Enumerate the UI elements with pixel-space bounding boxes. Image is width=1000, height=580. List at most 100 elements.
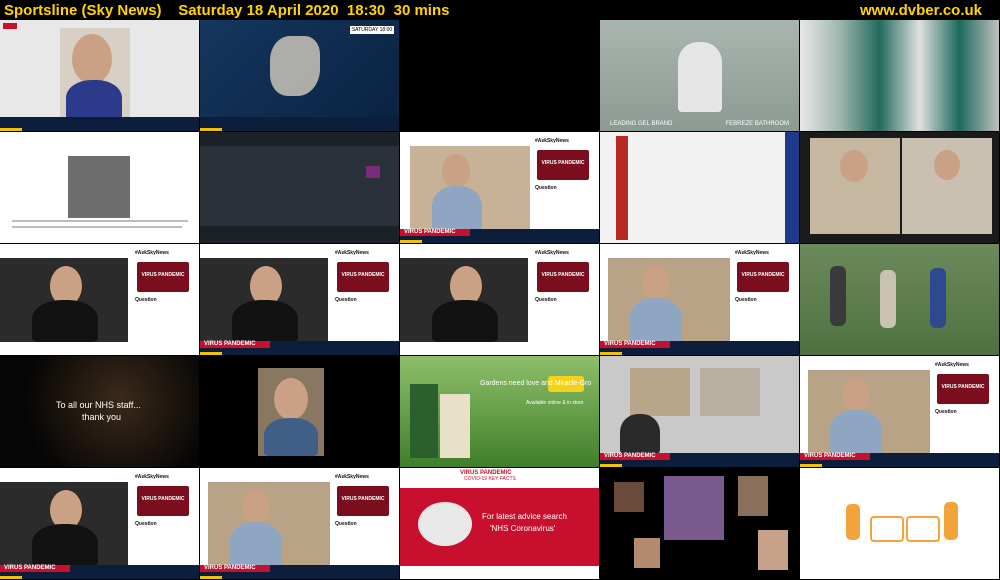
thumbnail-25[interactable] (800, 468, 1000, 580)
page-header: Sportsline (Sky News) Saturday 18 April … (0, 0, 1000, 20)
thumbnail-20[interactable]: #AskSkyNews VIRUS PANDEMIC Question VIRU… (800, 356, 1000, 468)
news-strap: VIRUS PANDEMIC (0, 565, 199, 579)
guest-body (264, 418, 318, 456)
thumbnail-16[interactable]: To all our NHS staff... thank you (0, 356, 200, 468)
thumbnail-7[interactable] (200, 132, 400, 244)
lungs-graphic (418, 502, 472, 546)
news-strap: VIRUS PANDEMIC (600, 341, 799, 355)
trolley-icon (906, 516, 940, 542)
ad-slogan: Gardens need love and Miracle-Gro (480, 380, 592, 387)
photo (68, 156, 130, 218)
figure-icon (846, 504, 860, 540)
person (830, 266, 846, 326)
guest-face (274, 378, 308, 420)
ask-sky-panel: #AskSkyNews VIRUS PANDEMIC Question (731, 244, 799, 342)
guest-face (840, 150, 868, 182)
ad-availability: Available online & in store (526, 400, 584, 406)
key-facts-header: VIRUS PANDEMIC COVID-19 KEY FACTS (400, 468, 599, 482)
thumbnail-21[interactable]: #AskSkyNews VIRUS PANDEMIC Question VIRU… (0, 468, 200, 580)
weather-label: SATURDAY 18:00 (350, 26, 394, 34)
map-landmass (270, 36, 320, 96)
thumbnail-19[interactable]: VIRUS PANDEMIC (600, 356, 800, 468)
thumbnail-8[interactable]: #AskSkyNews VIRUS PANDEMIC Question VIRU… (400, 132, 600, 244)
thumbnail-17[interactable] (200, 356, 400, 468)
thumbnail-5[interactable] (800, 20, 1000, 132)
ask-sky-panel: #AskSkyNews VIRUS PANDEMIC Question (931, 356, 999, 454)
ad-caption-left: LEADING GEL BRAND (610, 121, 673, 127)
guest-body (232, 300, 298, 342)
video-screen (630, 368, 690, 416)
figure-icon (944, 502, 958, 540)
ask-sky-panel: #AskSkyNews VIRUS PANDEMIC Question (531, 244, 599, 342)
site-link[interactable]: www.dvber.co.uk (860, 2, 982, 19)
video-tile (614, 482, 644, 512)
news-strap (0, 117, 199, 131)
guest-body (432, 186, 482, 230)
video-screen (700, 368, 760, 416)
thumbnail-24[interactable] (600, 468, 800, 580)
guest-face (934, 150, 960, 180)
thumbnail-6[interactable] (0, 132, 200, 244)
text-line (12, 220, 188, 222)
text-line (12, 226, 182, 228)
thumbnail-3[interactable] (400, 20, 600, 132)
nhs-thanks-line2: thank you (82, 412, 122, 422)
news-strap: VIRUS PANDEMIC (400, 229, 599, 243)
video-tile (634, 538, 660, 568)
red-bar (616, 136, 628, 240)
guest-body (230, 522, 282, 566)
thumbnail-grid: SATURDAY 18:00 LEADING GEL BRAND FEBREZE… (0, 20, 1000, 580)
ask-sky-panel: #AskSkyNews VIRUS PANDEMIC Question (531, 132, 599, 230)
thumbnail-12[interactable]: #AskSkyNews VIRUS PANDEMIC Question VIRU… (200, 244, 400, 356)
guest-face (842, 378, 870, 412)
video-tile (738, 476, 768, 516)
thumbnail-2[interactable]: SATURDAY 18:00 (200, 20, 400, 132)
thumbnail-4[interactable]: LEADING GEL BRAND FEBREZE BATHROOM (600, 20, 800, 132)
nhs-advice-line2: 'NHS Coronavirus' (490, 524, 556, 533)
presenter-body (620, 414, 660, 454)
thumbnail-22[interactable]: #AskSkyNews VIRUS PANDEMIC Question VIRU… (200, 468, 400, 580)
product-bag (440, 394, 470, 458)
sky-logo (3, 23, 17, 29)
ask-sky-panel: #AskSkyNews VIRUS PANDEMIC Question (131, 244, 199, 342)
thumbnail-14[interactable]: #AskSkyNews VIRUS PANDEMIC Question VIRU… (600, 244, 800, 356)
blue-bar (785, 132, 799, 243)
ad-caption-right: FEBREZE BATHROOM (725, 121, 789, 127)
guest-body (432, 300, 498, 342)
thumbnail-23[interactable]: VIRUS PANDEMIC COVID-19 KEY FACTS For la… (400, 468, 600, 580)
dark-scene (200, 146, 399, 226)
video-tile (758, 530, 788, 570)
thumbnail-18[interactable]: Gardens need love and Miracle-Gro Availa… (400, 356, 600, 468)
purple-object (366, 166, 380, 178)
thumbnail-15[interactable] (800, 244, 1000, 356)
presenter-face (72, 34, 112, 84)
video-tile (664, 476, 724, 540)
news-strap: VIRUS PANDEMIC (200, 565, 399, 579)
thumbnail-13[interactable]: #AskSkyNews VIRUS PANDEMIC Question (400, 244, 600, 356)
thumbnail-11[interactable]: #AskSkyNews VIRUS PANDEMIC Question (0, 244, 200, 356)
guest-body (830, 410, 882, 454)
news-strap: VIRUS PANDEMIC (800, 453, 999, 467)
news-strap: VIRUS PANDEMIC (200, 341, 399, 355)
guest-body (32, 300, 98, 342)
product-bag (410, 384, 438, 458)
guest-body (630, 298, 682, 342)
guest-face (242, 490, 270, 524)
guest-body (32, 524, 98, 566)
thumbnail-9[interactable] (600, 132, 800, 244)
guest-face (442, 154, 470, 188)
news-strap: VIRUS PANDEMIC (600, 453, 799, 467)
ask-sky-panel: #AskSkyNews VIRUS PANDEMIC Question (331, 468, 399, 566)
person (880, 270, 896, 328)
trolley-icon (870, 516, 904, 542)
guest-face (642, 266, 670, 300)
programme-title: Sportsline (Sky News) Saturday 18 April … (4, 1, 450, 19)
news-strap (200, 117, 399, 131)
nhs-advice-line1: For latest advice search (482, 512, 567, 521)
presenter-body (66, 80, 122, 120)
thumbnail-1[interactable] (0, 20, 200, 132)
bathroom-product (678, 42, 722, 112)
nhs-thanks-line1: To all our NHS staff... (56, 400, 141, 410)
ask-sky-panel: #AskSkyNews VIRUS PANDEMIC Question (331, 244, 399, 342)
thumbnail-10[interactable] (800, 132, 1000, 244)
